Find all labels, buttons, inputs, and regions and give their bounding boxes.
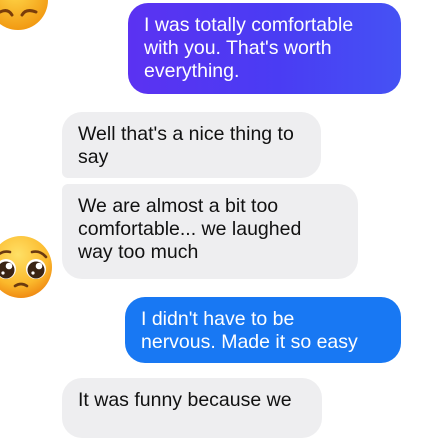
message-bubble-received[interactable]: We are almost a bit too comfortable... w… [62, 184, 358, 279]
message-bubble-received[interactable]: Well that's a nice thing to say [62, 112, 321, 178]
pleading-face-emoji-icon [0, 236, 52, 298]
message-bubble-sent[interactable]: I was totally comfortable with you. That… [128, 3, 401, 94]
grimace-emoji-icon [0, 0, 48, 30]
message-bubble-sent[interactable]: I didn't have to be nervous. Made it so … [125, 297, 401, 363]
message-bubble-received[interactable]: It was funny because we [62, 378, 322, 438]
